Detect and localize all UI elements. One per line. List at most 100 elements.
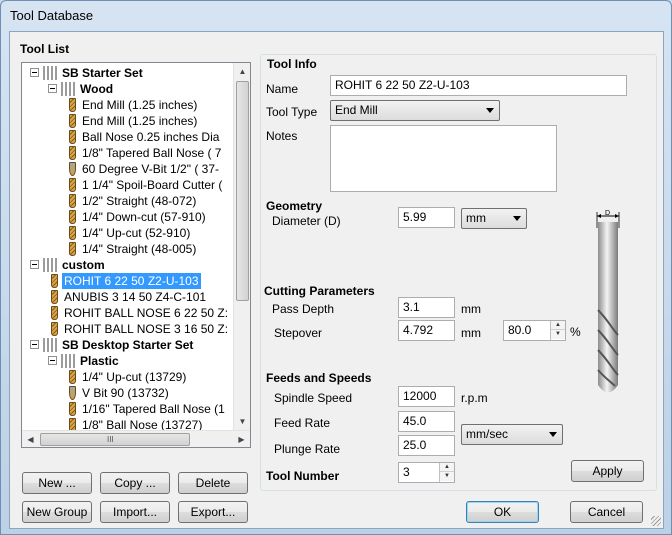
scroll-thumb[interactable]	[236, 81, 249, 301]
tool-row[interactable]: End Mill (1.25 inches)	[22, 97, 232, 113]
spin-up-icon[interactable]: ▲	[551, 321, 565, 330]
v-bit-icon	[69, 162, 76, 176]
tool-row[interactable]: 1/4" Straight (48-005)	[22, 241, 232, 257]
feed-rate-input[interactable]: 45.0	[398, 411, 455, 432]
tool-row[interactable]: ROHIT 6 22 50 Z2-U-103	[22, 273, 232, 289]
spin-down-icon[interactable]: ▼	[440, 472, 454, 481]
tree-item-label: 1/2" Straight (48-072)	[82, 194, 197, 208]
tool-row[interactable]: 1/4" Up-cut (13729)	[22, 369, 232, 385]
tree-item-label: custom	[62, 258, 105, 272]
cancel-button[interactable]: Cancel	[570, 501, 643, 523]
tool-row[interactable]: 1/2" Straight (48-072)	[22, 193, 232, 209]
tool-type-select[interactable]: End Mill	[330, 100, 500, 121]
rate-units-value: mm/sec	[466, 427, 508, 441]
end-mill-icon	[51, 274, 58, 288]
name-input[interactable]: ROHIT 6 22 50 Z2-U-103	[330, 75, 627, 96]
cutting-parameters-heading: Cutting Parameters	[264, 284, 375, 298]
horizontal-scroll-thumb[interactable]: III	[40, 433, 190, 446]
scroll-left-arrow-icon[interactable]: ◀	[22, 431, 39, 447]
tree-horizontal-scrollbar[interactable]: ◀ III ▶	[22, 430, 250, 447]
tool-row[interactable]: 1/8" Tapered Ball Nose ( 7	[22, 145, 232, 161]
percent-sign: %	[570, 325, 581, 339]
scroll-right-arrow-icon[interactable]: ▶	[233, 431, 250, 447]
tool-type-label: Tool Type	[266, 105, 318, 119]
tool-row[interactable]: ROHIT BALL NOSE 6 22 50 Z:	[22, 305, 232, 321]
collapse-toggle-icon[interactable]	[30, 260, 39, 269]
tool-group-icon	[43, 66, 57, 80]
tool-row[interactable]: 1/4" Up-cut (52-910)	[22, 225, 232, 241]
tool-number-spin-buttons: ▲ ▼	[439, 463, 454, 482]
tree-item-label: SB Desktop Starter Set	[62, 338, 194, 352]
new-group-button[interactable]: New Group	[22, 501, 92, 523]
tree-item-label: End Mill (1.25 inches)	[82, 114, 198, 128]
delete-button[interactable]: Delete	[178, 472, 248, 494]
stepover-label: Stepover	[274, 326, 323, 340]
collapse-toggle-icon[interactable]	[48, 84, 57, 93]
tool-number-value: 3	[403, 465, 410, 479]
end-mill-icon	[51, 290, 58, 304]
stepover-percent-spinner[interactable]: 80.0 ▲ ▼	[503, 320, 566, 341]
apply-button[interactable]: Apply	[571, 460, 644, 482]
tool-set-row[interactable]: SB Starter Set	[22, 65, 232, 81]
name-label: Name	[266, 82, 299, 96]
rate-units-select[interactable]: mm/sec	[461, 424, 563, 445]
tree-item-label: 1 1/4" Spoil-Board Cutter (	[82, 178, 223, 192]
copy-button[interactable]: Copy ...	[100, 472, 170, 494]
title-bar[interactable]: Tool Database	[1, 1, 671, 31]
tree-item-label: 1/4" Up-cut (52-910)	[82, 226, 191, 240]
end-mill-preview-icon: D	[596, 210, 620, 393]
stepover-input[interactable]: 4.792	[398, 320, 455, 341]
tool-row[interactable]: ANUBIS 3 14 50 Z4-C-101	[22, 289, 232, 305]
tool-set-row[interactable]: SB Desktop Starter Set	[22, 337, 232, 353]
tree-item-label: ROHIT BALL NOSE 6 22 50 Z:	[64, 306, 229, 320]
collapse-toggle-icon[interactable]	[48, 356, 57, 365]
tool-group-row[interactable]: Wood	[22, 81, 232, 97]
collapse-toggle-icon[interactable]	[30, 340, 39, 349]
notes-textarea[interactable]	[330, 125, 557, 192]
tool-row[interactable]: V Bit 90 (13732)	[22, 385, 232, 401]
end-mill-icon	[51, 306, 58, 320]
tool-row[interactable]: End Mill (1.25 inches)	[22, 113, 232, 129]
tree-vertical-scrollbar[interactable]: ▲ ▼	[233, 63, 250, 430]
feed-rate-label: Feed Rate	[274, 416, 331, 430]
geometry-units-select[interactable]: mm	[461, 208, 527, 229]
tool-type-value: End Mill	[335, 103, 378, 117]
pass-depth-input[interactable]: 3.1	[398, 297, 455, 318]
import-button[interactable]: Import...	[100, 501, 170, 523]
export-button[interactable]: Export...	[178, 501, 248, 523]
plunge-rate-label: Plunge Rate	[274, 442, 341, 456]
tool-group-icon	[43, 338, 57, 352]
tool-database-window: Tool Database Tool List SB Starter Set Wo…	[0, 0, 672, 535]
tool-row[interactable]: 1/4" Down-cut (57-910)	[22, 209, 232, 225]
tree-item-label: 1/8" Tapered Ball Nose ( 7	[82, 146, 222, 160]
tool-info-heading: Tool Info	[267, 57, 317, 71]
end-mill-icon	[69, 114, 76, 128]
scroll-down-arrow-icon[interactable]: ▼	[234, 413, 250, 430]
tool-row[interactable]: ROHIT BALL NOSE 3 16 50 Z:	[22, 321, 232, 337]
tool-group-row[interactable]: Plastic	[22, 353, 232, 369]
end-mill-icon	[69, 146, 76, 160]
tool-row[interactable]: Ball Nose 0.25 inches Dia	[22, 129, 232, 145]
scroll-grip-icon: III	[107, 435, 114, 444]
tool-row[interactable]: 1 1/4" Spoil-Board Cutter (	[22, 177, 232, 193]
scroll-up-arrow-icon[interactable]: ▲	[234, 63, 250, 80]
tree-item-label: Ball Nose 0.25 inches Dia	[82, 130, 220, 144]
spin-down-icon[interactable]: ▼	[551, 330, 565, 339]
new-button[interactable]: New ...	[22, 472, 92, 494]
tool-number-spinner[interactable]: 3 ▲ ▼	[398, 462, 455, 483]
end-mill-icon	[69, 402, 76, 416]
tool-row[interactable]: 60 Degree V-Bit 1/2" ( 37-	[22, 161, 232, 177]
spindle-speed-input[interactable]: 12000	[398, 386, 455, 407]
ok-button[interactable]: OK	[466, 501, 539, 523]
tool-list-tree[interactable]: SB Starter Set Wood End Mill (1.25 inches)…	[21, 62, 251, 448]
tree-item-label: SB Starter Set	[62, 66, 143, 80]
tool-row[interactable]: 1/16" Tapered Ball Nose (1	[22, 401, 232, 417]
tool-list-label: Tool List	[20, 42, 70, 56]
collapse-toggle-icon[interactable]	[30, 68, 39, 77]
stepover-percent-value: 80.0	[508, 323, 532, 337]
plunge-rate-input[interactable]: 25.0	[398, 435, 455, 456]
resize-grip-icon[interactable]	[651, 516, 661, 526]
diameter-input[interactable]: 5.99	[398, 207, 455, 228]
spin-up-icon[interactable]: ▲	[440, 463, 454, 472]
tool-set-row[interactable]: custom	[22, 257, 232, 273]
